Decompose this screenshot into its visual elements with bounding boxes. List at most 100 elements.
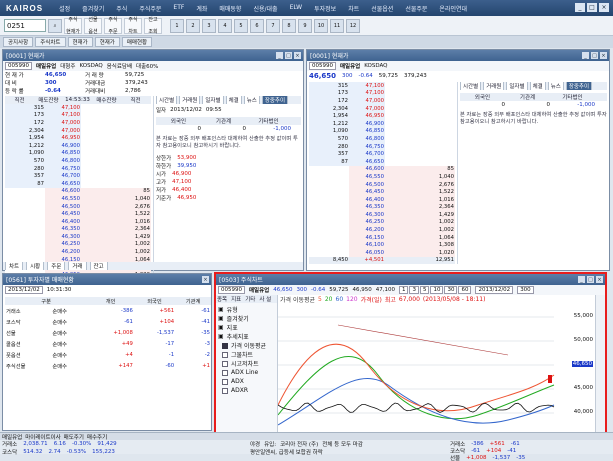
stock-code-input[interactable]: 0251 (4, 19, 46, 32)
info-tab[interactable]: 거래원 (483, 82, 505, 90)
indicator-checkbox[interactable] (222, 360, 228, 367)
indicator-checkbox[interactable] (222, 387, 228, 394)
bid-row[interactable]: 46,450 1,522 (309, 188, 455, 196)
indicator-tree-item[interactable]: ▣ 지표 (218, 323, 277, 332)
indicator-tree-item[interactable]: ▣ 즐겨찾기 (218, 314, 277, 323)
status-tab[interactable]: 매일유업 (2, 433, 22, 441)
menu-item[interactable]: 매매동향 (213, 4, 247, 13)
ask-row[interactable]: 173 47,100 (5, 111, 151, 120)
bottom-tab[interactable]: 차트 (5, 262, 24, 270)
ask-row[interactable]: 87 46,650 (5, 179, 151, 188)
indicator-tab[interactable]: 종목 (216, 295, 228, 303)
info-tab[interactable]: 시간별 (156, 96, 178, 104)
bid-row[interactable]: 46,200 1,002 (309, 226, 455, 234)
quick-slot-button[interactable]: 3 (202, 18, 216, 33)
indicator-checkbox[interactable] (222, 369, 228, 376)
minimize-icon[interactable]: _ (276, 52, 283, 59)
ask-row[interactable]: 357 46,700 (309, 150, 455, 158)
menu-item[interactable]: 차트 (342, 4, 365, 13)
maximize-icon[interactable]: □ (285, 52, 292, 59)
bid-row[interactable]: 46,600 85 (5, 187, 151, 196)
code-field[interactable]: 005990 (309, 62, 336, 70)
ask-row[interactable]: 173 47,100 (309, 89, 455, 98)
chart-side-toolbar[interactable] (595, 295, 605, 445)
menu-item[interactable]: ELW (284, 4, 309, 13)
bottom-tab[interactable]: 잔고 (89, 262, 108, 270)
bid-row[interactable]: 46,500 2,676 (5, 202, 151, 211)
bid-row[interactable]: 46,350 2,364 (5, 225, 151, 234)
ask-row[interactable]: 1,212 46,900 (5, 141, 151, 150)
info-tab[interactable]: 장중추이 (565, 82, 593, 90)
indicator-tree-item[interactable]: ADXR (218, 386, 277, 395)
indicator-tree-item[interactable]: ADX Line (218, 368, 277, 377)
bid-row[interactable]: 46,300 1,429 (5, 233, 151, 241)
close-icon[interactable]: × (294, 52, 301, 59)
indicator-tab[interactable]: 지표 (230, 295, 242, 303)
minimize-icon[interactable]: _ (582, 52, 589, 59)
code-field[interactable]: 005990 (5, 62, 32, 70)
flow-row[interactable]: 주식선물 순매수 +147 -60 +1 (5, 360, 211, 371)
bottom-tab[interactable]: 시황 (26, 262, 45, 270)
ask-row[interactable]: 172 47,000 (5, 119, 151, 127)
toolbar-button[interactable]: 잔고 조회 (144, 17, 162, 35)
quick-slot-button[interactable]: 11 (330, 18, 344, 33)
close-icon[interactable]: × (596, 276, 603, 283)
indicator-tree-item[interactable]: ▣ 추세지표 (218, 332, 277, 341)
info-tab[interactable]: 체결 (225, 96, 242, 104)
menu-item[interactable]: 즐겨찾기 (76, 4, 110, 13)
maximize-icon[interactable]: □ (591, 52, 598, 59)
info-tab[interactable]: 뉴스 (547, 82, 564, 90)
bid-row[interactable]: 46,100 1,308 (309, 241, 455, 250)
info-tab[interactable]: 거래원 (179, 96, 201, 104)
toolbar-button[interactable]: 주식 주문 (104, 17, 122, 35)
ask-row[interactable]: 570 46,800 (309, 135, 455, 143)
price-chart[interactable] (278, 305, 594, 443)
minimize-icon[interactable]: _ (575, 3, 585, 12)
bid-row[interactable]: 46,400 1,016 (5, 217, 151, 226)
status-tab[interactable]: 마이레이트이사 (25, 433, 60, 441)
ask-row[interactable]: 2,304 47,000 (309, 104, 455, 113)
bid-row[interactable]: 46,450 1,522 (5, 210, 151, 218)
bid-row[interactable]: 46,300 1,429 (309, 211, 455, 219)
search-icon[interactable]: ⌕ (48, 18, 62, 33)
bid-row[interactable]: 46,250 1,002 (5, 240, 151, 249)
toolbar-button[interactable]: 주식 현재가 (64, 17, 82, 35)
ask-row[interactable]: 1,212 46,900 (309, 119, 455, 128)
ask-row[interactable]: 2,304 47,000 (5, 126, 151, 135)
news-headline[interactable]: 평안일엔씨, 급등세 보합권 하락 (250, 448, 323, 456)
indicator-checkbox[interactable] (222, 351, 228, 358)
minimize-icon[interactable]: _ (578, 276, 585, 283)
period-button[interactable]: 1 (398, 286, 409, 294)
close-icon[interactable]: × (202, 276, 209, 283)
bid-row[interactable]: 46,050 1,020 (309, 249, 455, 257)
bid-row[interactable]: 46,550 1,040 (309, 173, 455, 181)
bid-row[interactable]: 46,400 1,016 (309, 195, 455, 204)
menu-item[interactable]: 선물주문 (399, 4, 433, 13)
status-tab[interactable]: 매도주기 (64, 433, 84, 441)
bid-row[interactable]: 46,600 85 (309, 165, 455, 174)
bottom-tab[interactable]: 주문 (47, 262, 66, 270)
toolbar-button[interactable]: 주식 차트 (124, 17, 142, 35)
indicator-tab[interactable]: 기타 (244, 295, 256, 303)
info-tab[interactable]: 일자별 (202, 96, 224, 104)
ask-row[interactable]: 315 47,100 (5, 104, 151, 112)
ask-row[interactable]: 357 46,700 (5, 172, 151, 180)
quick-slot-button[interactable]: 9 (298, 18, 312, 33)
maximize-icon[interactable]: □ (587, 3, 597, 12)
ask-row[interactable]: 280 46,750 (5, 164, 151, 173)
ask-row[interactable]: 280 46,750 (309, 142, 455, 151)
period-button[interactable]: 60 (458, 286, 472, 294)
info-tab[interactable]: 체결 (529, 82, 546, 90)
indicator-tree-item[interactable]: 가격 이동평균 (218, 341, 277, 350)
flow-row[interactable]: 콜옵션 순매수 +49 -17 -3 (5, 338, 211, 349)
window-tab[interactable]: 매매현황 (121, 37, 153, 47)
bid-row[interactable]: 46,550 1,040 (5, 195, 151, 203)
indicator-checkbox[interactable] (222, 378, 228, 385)
indicator-tree-item[interactable]: ▣ 유형 (218, 305, 277, 314)
close-icon[interactable]: × (599, 3, 609, 12)
window-tab[interactable]: 현재가 (94, 37, 120, 47)
indicator-tree-item[interactable]: ADX (218, 377, 277, 386)
window-tab[interactable]: 현재가 (67, 37, 93, 47)
period-button[interactable]: 5 (419, 286, 430, 294)
maximize-icon[interactable]: □ (587, 276, 594, 283)
